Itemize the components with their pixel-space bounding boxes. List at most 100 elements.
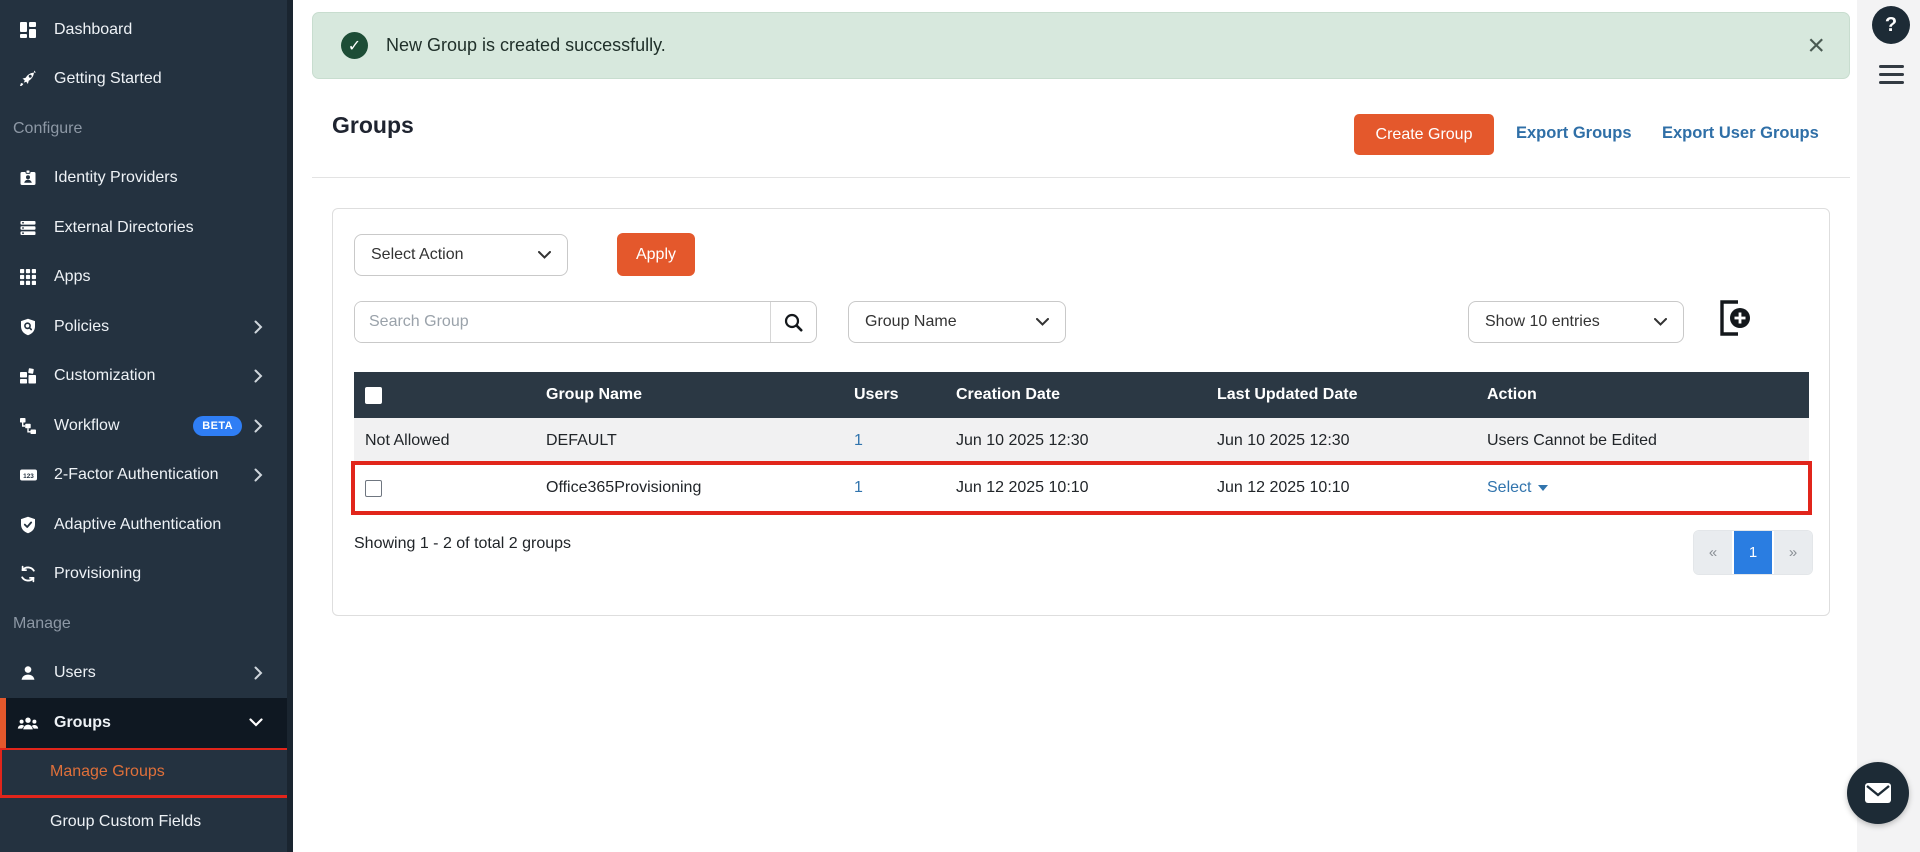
chevron-down-icon	[538, 251, 551, 259]
row-checkbox[interactable]	[365, 479, 382, 497]
chevron-down-icon	[1654, 318, 1667, 326]
sidebar-item-workflow[interactable]: Workflow BETA	[0, 401, 293, 451]
group-name-cell: Office365Provisioning	[546, 479, 702, 496]
shield-search-icon	[17, 318, 39, 336]
sidebar-item-policies[interactable]: Policies	[0, 302, 293, 352]
show-entries-value: Show 10 entries	[1485, 313, 1600, 330]
users-count-link[interactable]: 1	[854, 479, 863, 496]
caret-down-icon	[1538, 485, 1549, 491]
sidebar-item-label: Provisioning	[54, 565, 142, 583]
header-divider	[312, 177, 1850, 178]
sidebar-item-apps[interactable]: Apps	[0, 253, 293, 303]
main-content: ✓ New Group is created successfully. × G…	[293, 0, 1857, 852]
id-badge-icon	[17, 169, 39, 187]
table-summary: Showing 1 - 2 of total 2 groups	[354, 535, 572, 552]
groups-panel: Select Action Apply Group Name Show 10 e…	[332, 208, 1830, 616]
sidebar-item-label: Apps	[54, 268, 91, 286]
export-groups-link[interactable]: Export Groups	[1516, 124, 1632, 143]
sidebar-item-label: 2-Factor Authentication	[54, 466, 219, 484]
close-icon[interactable]: ×	[1807, 30, 1825, 61]
last-updated-date-cell: Jun 12 2025 10:10	[1217, 479, 1350, 496]
pagination-page-1-button[interactable]: 1	[1732, 531, 1774, 574]
sidebar-item-label: Policies	[54, 317, 110, 335]
pagination: « 1 »	[1694, 531, 1812, 574]
sidebar-item-label: Getting Started	[54, 70, 162, 88]
sidebar-item-label: Manage	[13, 614, 71, 632]
shield-check-icon	[17, 516, 39, 534]
group-name-cell: DEFAULT	[546, 432, 617, 449]
sidebar-item-label: Groups	[54, 713, 111, 731]
search-by-dropdown[interactable]: Group Name	[848, 301, 1066, 343]
chevron-right-icon	[254, 320, 263, 334]
table-row-office365provisioning: Office365Provisioning 1 Jun 12 2025 10:10 J…	[351, 461, 1812, 515]
search-icon[interactable]	[770, 302, 816, 342]
chevron-right-icon	[254, 369, 263, 383]
apply-button[interactable]: Apply	[617, 233, 695, 276]
dashboard-icon	[17, 21, 39, 39]
chevron-right-icon	[254, 419, 263, 433]
row-action-select-dropdown[interactable]: Select	[1487, 479, 1549, 497]
sidebar-item-external-directories[interactable]: External Directories	[0, 203, 293, 253]
creation-date-cell: Jun 12 2025 10:10	[956, 479, 1089, 496]
pagination-prev-button[interactable]: «	[1694, 531, 1732, 574]
numeric-123-icon: 123	[17, 466, 39, 484]
sidebar-item-manage-groups[interactable]: Manage Groups	[0, 746, 294, 798]
sidebar-item-getting-started[interactable]: Getting Started	[0, 55, 293, 105]
header-checkbox-cell	[354, 386, 546, 404]
page-title: Groups	[332, 112, 414, 138]
search-input[interactable]	[355, 302, 770, 342]
row-action-cell: Users Cannot be Edited	[1487, 432, 1657, 449]
sync-icon	[17, 565, 39, 583]
envelope-icon	[1865, 783, 1891, 803]
sidebar-item-label: Customization	[54, 367, 156, 385]
sidebar-item-label: Identity Providers	[54, 169, 178, 187]
create-group-button[interactable]: Create Group	[1354, 114, 1494, 155]
row-first-cell	[354, 479, 546, 497]
column-header-users: Users	[854, 386, 899, 403]
sidebar-item-label: Users	[54, 664, 96, 682]
column-header-group-name: Group Name	[546, 386, 643, 403]
sidebar-item-groups[interactable]: Groups	[0, 698, 293, 748]
row-action-cell: Select	[1487, 479, 1809, 497]
help-button[interactable]: ?	[1872, 6, 1910, 44]
server-icon	[17, 219, 39, 237]
creation-date-cell: Jun 10 2025 12:30	[956, 432, 1089, 449]
pagination-next-button[interactable]: »	[1774, 531, 1812, 574]
chevron-down-icon	[249, 718, 263, 727]
select-action-dropdown[interactable]: Select Action	[354, 234, 568, 276]
sidebar-item-identity-providers[interactable]: Identity Providers	[0, 154, 293, 204]
users-count-link[interactable]: 1	[854, 432, 863, 449]
beta-badge: BETA	[193, 415, 242, 436]
show-entries-dropdown[interactable]: Show 10 entries	[1468, 301, 1684, 343]
sidebar-item-group-custom-fields[interactable]: Group Custom Fields	[0, 797, 293, 847]
column-header-creation-date: Creation Date	[956, 386, 1061, 403]
check-circle-icon: ✓	[341, 32, 368, 59]
sidebar-section-configure: Configure	[0, 104, 293, 154]
sidebar-item-customization[interactable]: Customization	[0, 352, 293, 402]
sidebar-item-label: Manage Groups	[50, 763, 165, 781]
select-all-checkbox[interactable]	[365, 386, 382, 404]
groups-icon	[17, 714, 39, 732]
chat-support-button[interactable]	[1847, 762, 1909, 824]
export-file-plus-icon[interactable]	[1711, 295, 1755, 341]
sidebar-item-dashboard[interactable]: Dashboard	[0, 5, 293, 55]
sidebar-item-provisioning[interactable]: Provisioning	[0, 550, 293, 600]
export-user-groups-link[interactable]: Export User Groups	[1662, 124, 1819, 143]
sidebar-item-label: Adaptive Authentication	[54, 515, 222, 533]
groups-table: Group Name Users Creation Date Last Updated…	[351, 372, 1812, 515]
sidebar-nav: Dashboard Getting Started Configure Identit…	[0, 5, 294, 847]
banner-message: New Group is created successfully.	[386, 35, 666, 55]
sidebar-item-users[interactable]: Users	[0, 649, 293, 699]
chevron-down-icon	[1036, 318, 1049, 326]
select-action-value: Select Action	[371, 246, 464, 263]
last-updated-date-cell: Jun 10 2025 12:30	[1217, 432, 1350, 449]
sidebar-item-adaptive-authentication[interactable]: Adaptive Authentication	[0, 500, 293, 550]
success-banner: ✓ New Group is created successfully. ×	[312, 12, 1850, 79]
svg-text:123: 123	[23, 473, 34, 480]
sidebar-item-2-factor-authentication[interactable]: 123 2-Factor Authentication	[0, 451, 293, 501]
column-header-action: Action	[1487, 386, 1537, 403]
hamburger-menu-icon[interactable]	[1879, 65, 1904, 84]
user-icon	[17, 664, 39, 682]
search-by-value: Group Name	[865, 313, 957, 330]
sidebar-item-label: Group Custom Fields	[50, 812, 202, 830]
